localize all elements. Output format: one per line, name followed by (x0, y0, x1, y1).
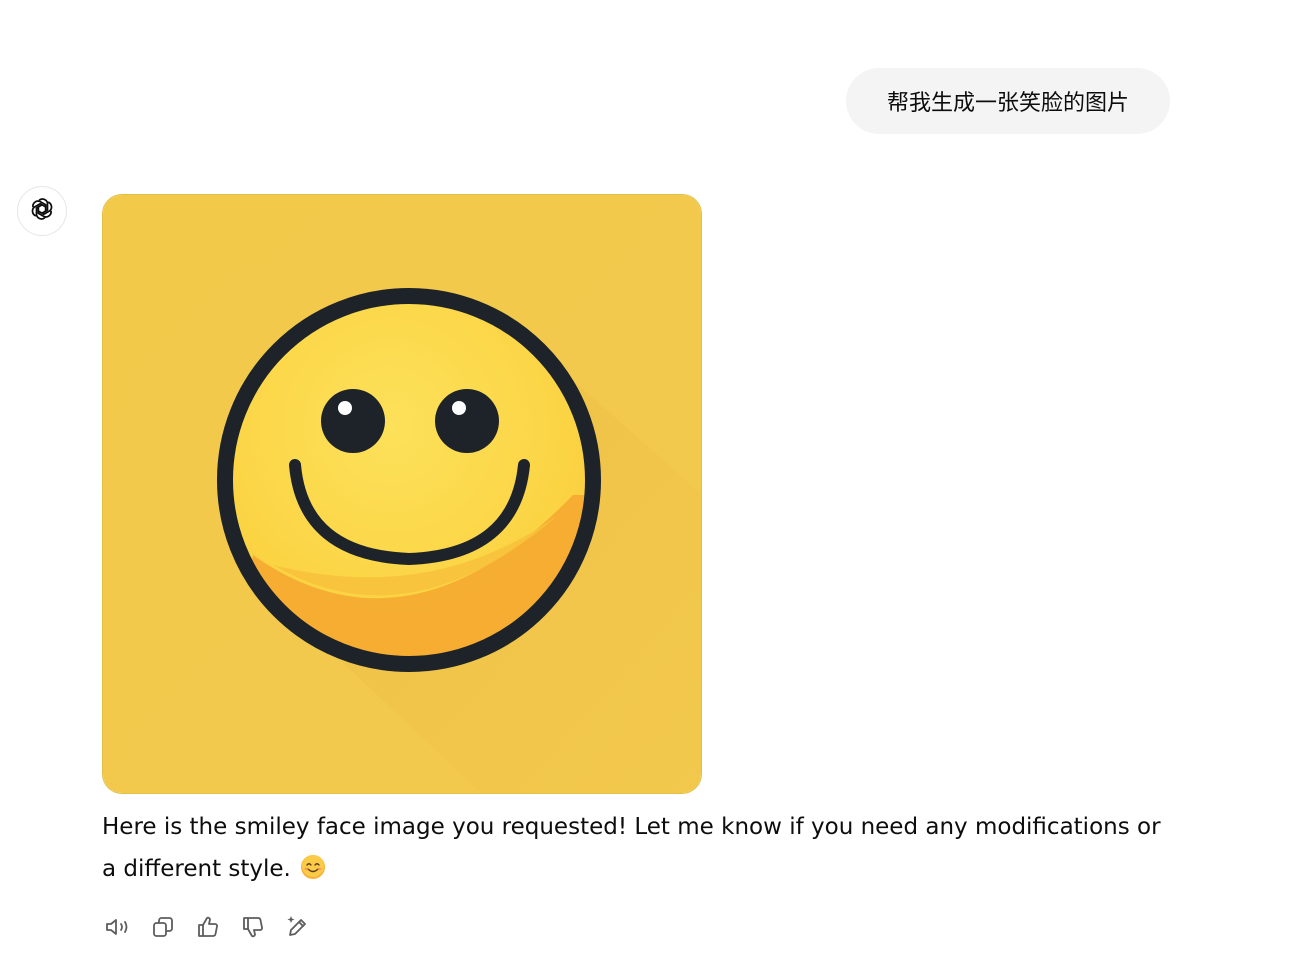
thumbs-down-button[interactable] (237, 912, 269, 946)
assistant-message-body: Here is the smiley face image you reques… (102, 814, 1161, 882)
thumbs-down-icon (241, 915, 265, 943)
copy-icon (151, 915, 175, 943)
assistant-avatar (17, 186, 67, 236)
user-message-text: 帮我生成一张笑脸的图片 (886, 91, 1129, 116)
assistant-message-text: Here is the smiley face image you reques… (102, 806, 1172, 894)
edit-sparkle-icon (285, 914, 311, 944)
read-aloud-icon (104, 915, 132, 943)
chat-page: 帮我生成一张笑脸的图片 Here is the smiley face imag… (0, 0, 1313, 977)
openai-logo-icon (28, 195, 56, 227)
copy-button[interactable] (147, 912, 179, 946)
message-action-bar (102, 912, 314, 948)
read-aloud-button[interactable] (102, 912, 134, 946)
thumbs-up-button[interactable] (192, 912, 224, 946)
smiling-face-emoji-icon (300, 852, 326, 894)
generated-image[interactable] (102, 194, 702, 794)
user-message-bubble: 帮我生成一张笑脸的图片 (846, 68, 1170, 134)
edit-sparkle-button[interactable] (282, 912, 314, 946)
smiley-face-image (103, 195, 701, 793)
thumbs-up-icon (196, 915, 220, 943)
